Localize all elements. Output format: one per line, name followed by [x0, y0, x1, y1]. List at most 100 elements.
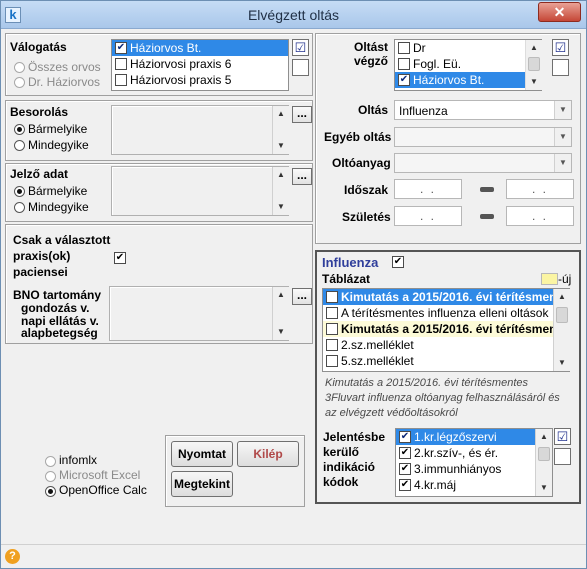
oltast-vegzo-list[interactable]: Dr Fogl. Eü. ✔ Háziorvos Bt.	[394, 39, 542, 91]
scroll-thumb[interactable]	[538, 447, 550, 461]
list-item[interactable]: Kimutatás a 2015/2016. évi térítésmen	[323, 321, 569, 337]
scroll-down-icon[interactable]: ▼	[273, 138, 289, 154]
list-item[interactable]: ✔ 4.kr.máj	[396, 477, 552, 493]
list-item[interactable]: Háziorvosi praxis 6	[112, 56, 288, 72]
oltast-vegzo-scrollbar[interactable]: ▲ ▼	[525, 40, 542, 90]
checkbox[interactable]	[115, 74, 127, 86]
bno-scrollbar[interactable]: ▲ ▼	[272, 287, 289, 340]
checkbox[interactable]: ✔	[399, 447, 411, 459]
scroll-up-icon[interactable]: ▲	[273, 167, 289, 183]
kilep-button[interactable]: Kilép	[237, 441, 299, 467]
egyeb-oltas-dropdown[interactable]: ▼	[394, 127, 572, 147]
checkbox[interactable]: ✔	[399, 479, 411, 491]
scroll-down-icon[interactable]: ▼	[554, 355, 570, 371]
checkbox[interactable]: ✔	[399, 431, 411, 443]
jelentes-label-line4: kódok	[323, 475, 359, 489]
list-item[interactable]: Dr	[395, 40, 541, 56]
jelzo-list[interactable]	[111, 166, 289, 216]
idoszak-from-field[interactable]: . .	[394, 179, 462, 199]
list-item[interactable]: ✔ 1.kr.légzőszervi	[396, 429, 552, 445]
checkbox[interactable]	[326, 355, 338, 367]
besorolas-list[interactable]	[111, 105, 289, 155]
checkbox[interactable]	[326, 339, 338, 351]
list-item[interactable]: 5.sz.melléklet	[323, 353, 569, 369]
uncheck-all-valogatas-button[interactable]	[292, 59, 309, 76]
scroll-up-icon[interactable]: ▲	[536, 429, 552, 445]
check-all-oltast-vegzo-button[interactable]: ☑	[552, 39, 569, 56]
list-item[interactable]: ✔ Háziorvos Bt.	[395, 72, 541, 88]
checkbox[interactable]	[326, 291, 338, 303]
uncheck-all-oltast-vegzo-button[interactable]	[552, 59, 569, 76]
list-item[interactable]: Háziorvosi praxis 5	[112, 72, 288, 88]
list-item[interactable]: ✔ Háziorvos Bt.	[112, 40, 288, 56]
chevron-down-icon[interactable]: ▼	[554, 154, 571, 172]
besorolas-browse-button[interactable]: ...	[292, 106, 312, 123]
oltoanyag-dropdown[interactable]: ▼	[394, 153, 572, 173]
besorolas-label: Besorolás	[10, 105, 69, 119]
megtekint-button[interactable]: Megtekint	[171, 471, 233, 497]
radio-besorolas-mindegyike[interactable]	[14, 140, 25, 151]
radio-dr-haziorvos[interactable]	[14, 77, 25, 88]
scroll-down-icon[interactable]: ▼	[526, 74, 542, 90]
checkbox[interactable]: ✔	[398, 74, 410, 86]
scroll-thumb[interactable]	[556, 307, 568, 323]
jelzo-browse-button[interactable]: ...	[292, 168, 312, 185]
radio-osszes-orvos[interactable]	[14, 62, 25, 73]
indikacio-scrollbar[interactable]: ▲ ▼	[535, 429, 552, 496]
tablazat-scrollbar[interactable]: ▲ ▼	[553, 289, 570, 371]
list-item[interactable]: Fogl. Eü.	[395, 56, 541, 72]
besorolas-scrollbar[interactable]: ▲ ▼	[272, 106, 289, 154]
szuletes-to-field[interactable]: . .	[506, 206, 574, 226]
scroll-up-icon[interactable]: ▲	[526, 40, 542, 56]
check-all-valogatas-button[interactable]: ☑	[292, 39, 309, 56]
uj-label: -új	[558, 272, 572, 286]
oltas-label: Oltás	[358, 103, 389, 117]
checkbox[interactable]	[115, 58, 127, 70]
checkbox[interactable]: ✔	[115, 42, 127, 54]
chevron-down-icon[interactable]: ▼	[554, 128, 571, 146]
radio-jelzo-mindegyike[interactable]	[14, 202, 25, 213]
list-item[interactable]: 2.sz.melléklet	[323, 337, 569, 353]
scroll-up-icon[interactable]: ▲	[273, 287, 289, 303]
list-item[interactable]: Kimutatás a 2015/2016. évi térítésmen	[323, 289, 569, 305]
scroll-down-icon[interactable]: ▼	[273, 199, 289, 215]
idoszak-to-field[interactable]: . .	[506, 179, 574, 199]
scroll-thumb[interactable]	[528, 57, 540, 71]
radio-jelzo-barmelyike-label: Bármelyike	[28, 184, 88, 198]
tablazat-list[interactable]: Kimutatás a 2015/2016. évi térítésmen A …	[322, 288, 570, 372]
checkbox[interactable]	[326, 323, 338, 335]
list-item[interactable]: ✔ 3.immunhiányos	[396, 461, 552, 477]
radio-microsoft-excel[interactable]	[45, 471, 56, 482]
scroll-up-icon[interactable]: ▲	[273, 106, 289, 122]
close-button[interactable]: ✕	[538, 2, 581, 22]
valogatas-list[interactable]: ✔ Háziorvos Bt. Háziorvosi praxis 6 Házio…	[111, 39, 289, 91]
jelzo-scrollbar[interactable]: ▲ ▼	[272, 167, 289, 215]
radio-jelzo-barmelyike[interactable]	[14, 186, 25, 197]
checkbox[interactable]: ✔	[399, 463, 411, 475]
radio-besorolas-barmelyike[interactable]	[14, 124, 25, 135]
list-item[interactable]: ✔ 2.kr.szív-, és ér.	[396, 445, 552, 461]
radio-infomlx[interactable]	[45, 456, 56, 467]
scroll-down-icon[interactable]: ▼	[273, 324, 289, 340]
oltas-dropdown[interactable]: Influenza ▼	[394, 100, 572, 120]
scroll-up-icon[interactable]: ▲	[554, 289, 570, 305]
bno-browse-button[interactable]: ...	[292, 288, 312, 305]
checkbox[interactable]	[398, 58, 410, 70]
influenza-checkbox[interactable]: ✔	[392, 256, 404, 268]
checkbox[interactable]	[398, 42, 410, 54]
scroll-down-icon[interactable]: ▼	[536, 480, 552, 496]
szuletes-from-field[interactable]: . .	[394, 206, 462, 226]
chevron-down-icon[interactable]: ▼	[554, 101, 571, 119]
csak-checkbox[interactable]: ✔	[114, 252, 126, 264]
radio-dr-haziorvos-label: Dr. Háziorvos	[28, 75, 101, 89]
nyomtat-button[interactable]: Nyomtat	[171, 441, 233, 467]
bno-list[interactable]	[109, 286, 289, 341]
check-all-indikacio-button[interactable]: ☑	[554, 428, 571, 445]
indikacio-list[interactable]: ✔ 1.kr.légzőszervi ✔ 2.kr.szív-, és ér. ✔ 3…	[395, 428, 553, 497]
radio-openoffice-calc[interactable]	[45, 486, 56, 497]
window-title: Elvégzett oltás	[247, 7, 340, 23]
uncheck-all-indikacio-button[interactable]	[554, 448, 571, 465]
list-item[interactable]: A térítésmentes influenza elleni oltások	[323, 305, 569, 321]
checkbox[interactable]	[326, 307, 338, 319]
help-icon[interactable]: ?	[5, 549, 20, 564]
